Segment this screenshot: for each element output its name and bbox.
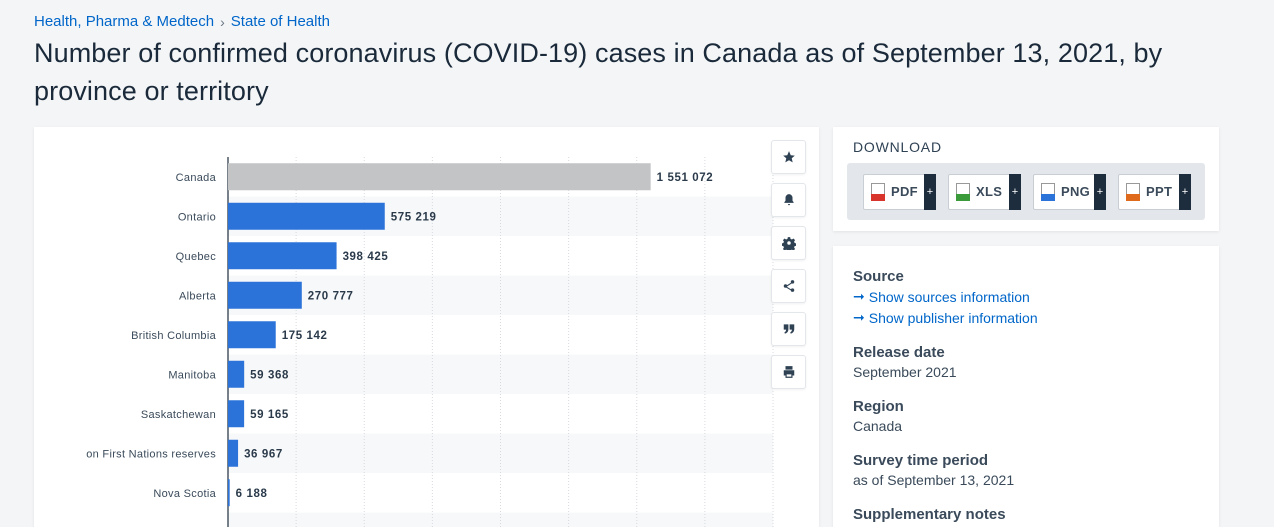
chart-toolbar xyxy=(771,140,806,389)
bar-alberta[interactable] xyxy=(228,281,302,309)
category-label: Canada xyxy=(176,172,217,184)
share-button[interactable] xyxy=(771,269,806,303)
region-value: Canada xyxy=(853,418,903,434)
bar-british-columbia[interactable] xyxy=(228,321,276,349)
download-pdf-label: PDF xyxy=(891,184,918,199)
breadcrumb-item-state-of-health[interactable]: State of Health xyxy=(231,13,330,30)
bar-quebec[interactable] xyxy=(228,242,337,270)
print-button[interactable] xyxy=(771,355,806,389)
data-label: 36 967 xyxy=(244,448,283,460)
ppt-file-icon xyxy=(1126,182,1140,201)
category-label: on First Nations reserves xyxy=(86,448,216,460)
download-panel: DOWNLOAD PDF + XLS + PNG + PPT + xyxy=(833,127,1219,231)
print-icon xyxy=(783,366,794,378)
notification-button[interactable] xyxy=(771,183,806,217)
bar-on-first-nations-reserves[interactable] xyxy=(228,439,239,467)
category-label: Ontario xyxy=(178,211,216,223)
data-label: 1 551 072 xyxy=(657,172,714,184)
bar-nova-scotia[interactable] xyxy=(228,479,230,507)
statistic-details-panel: Source ➞ Show sources information ➞ Show… xyxy=(833,246,1219,527)
show-publisher-link[interactable]: ➞ Show publisher information xyxy=(853,309,1199,326)
star-icon xyxy=(782,151,795,163)
category-label: Quebec xyxy=(176,251,217,263)
plus-icon: + xyxy=(1179,173,1191,210)
download-ppt-label: PPT xyxy=(1146,184,1173,199)
bar-saskatchewan[interactable] xyxy=(228,400,245,428)
source-section: Source ➞ Show sources information ➞ Show… xyxy=(853,268,1199,326)
release-date-value: September 2021 xyxy=(853,364,957,380)
favorite-button[interactable] xyxy=(771,140,806,174)
category-label: Manitoba xyxy=(168,369,216,381)
bar-chart: Canada 1 551 072 Ontario 575 219 Quebec 398 4… xyxy=(86,157,774,527)
source-label: Source xyxy=(853,268,904,285)
bell-icon xyxy=(783,194,794,206)
arrow-right-icon: ➞ xyxy=(853,288,865,304)
show-sources-text: Show sources information xyxy=(868,288,1030,305)
category-label: Alberta xyxy=(179,290,217,302)
download-buttons: PDF + XLS + PNG + PPT + xyxy=(847,163,1205,220)
download-heading: DOWNLOAD xyxy=(853,139,942,155)
category-label: Nova Scotia xyxy=(153,488,216,500)
cite-button[interactable] xyxy=(771,312,806,346)
gear-icon xyxy=(781,237,796,250)
png-file-icon xyxy=(1041,182,1055,201)
data-label: 398 425 xyxy=(343,251,389,263)
arrow-right-icon: ➞ xyxy=(853,309,865,325)
data-label: 59 165 xyxy=(250,409,289,421)
download-pdf-button[interactable]: PDF + xyxy=(863,173,936,210)
plus-icon: + xyxy=(1009,173,1021,210)
data-label: 59 368 xyxy=(250,369,289,381)
bar-canada[interactable] xyxy=(228,163,651,191)
quote-icon xyxy=(783,324,794,334)
survey-period-label: Survey time period xyxy=(853,452,989,469)
breadcrumb-separator: › xyxy=(220,13,225,30)
download-xls-label: XLS xyxy=(976,184,1003,199)
data-label: 175 142 xyxy=(282,330,328,342)
survey-period-value: as of September 13, 2021 xyxy=(853,472,1015,488)
page-title: Number of confirmed coronavirus (COVID-1… xyxy=(34,38,1163,106)
download-png-button[interactable]: PNG + xyxy=(1033,173,1106,210)
data-label: 270 777 xyxy=(308,290,354,302)
category-label: British Columbia xyxy=(131,330,216,342)
show-sources-link[interactable]: ➞ Show sources information xyxy=(853,288,1199,305)
breadcrumb-item-health[interactable]: Health, Pharma & Medtech xyxy=(34,13,214,30)
data-label: 575 219 xyxy=(391,211,437,223)
region-label: Region xyxy=(853,398,904,415)
supplementary-notes-label: Supplementary notes xyxy=(853,506,1006,523)
download-ppt-button[interactable]: PPT + xyxy=(1118,173,1191,210)
pdf-file-icon xyxy=(871,182,885,201)
category-label: Saskatchewan xyxy=(141,409,216,421)
settings-button[interactable] xyxy=(771,226,806,260)
xls-file-icon xyxy=(956,182,970,201)
chart-card: Canada 1 551 072 Ontario 575 219 Quebec 398 4… xyxy=(34,127,819,527)
download-xls-button[interactable]: XLS + xyxy=(948,173,1021,210)
show-publisher-text: Show publisher information xyxy=(868,309,1038,326)
bar-manitoba[interactable] xyxy=(228,360,245,388)
download-png-label: PNG xyxy=(1061,184,1091,199)
share-icon xyxy=(783,280,794,292)
release-date-label: Release date xyxy=(853,344,945,361)
breadcrumb: Health, Pharma & Medtech › State of Heal… xyxy=(34,13,330,30)
plus-icon: + xyxy=(1094,173,1106,210)
bar-ontario[interactable] xyxy=(228,202,385,230)
data-label: 6 188 xyxy=(236,488,268,500)
plus-icon: + xyxy=(924,173,936,210)
